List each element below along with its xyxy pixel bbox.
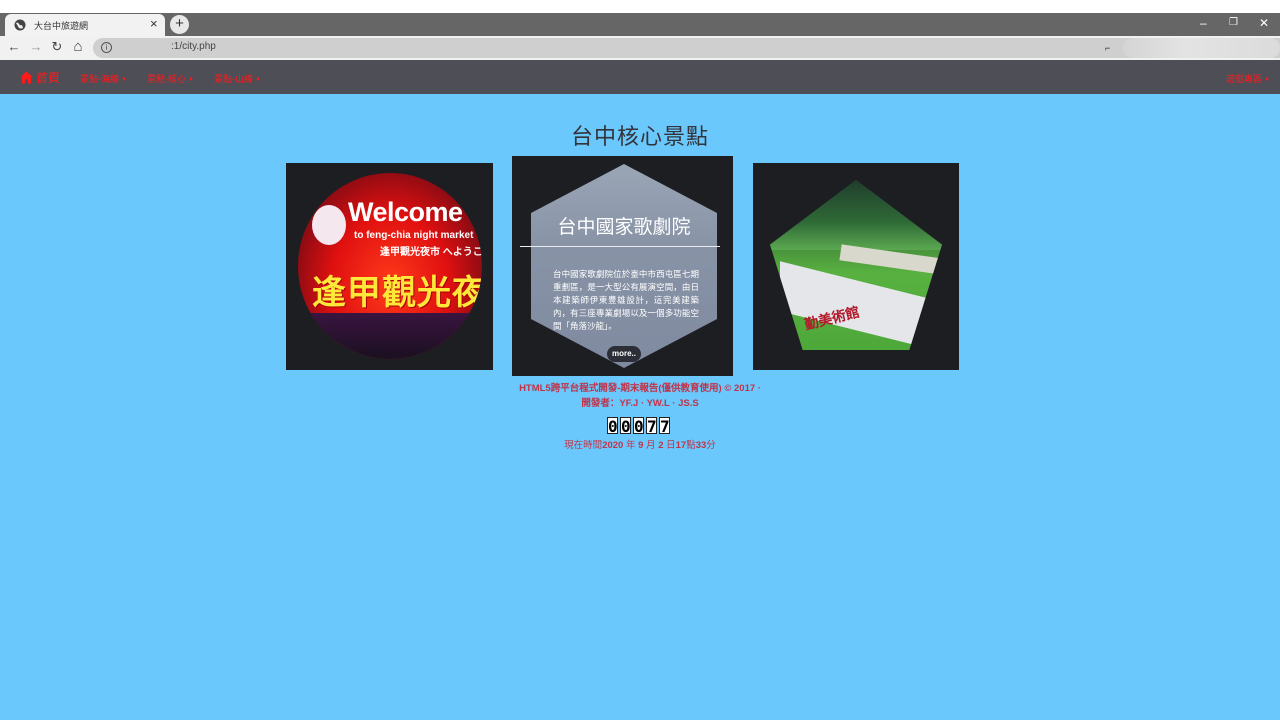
address-bar[interactable]: i :1/city.php ⌐ xyxy=(93,38,1280,58)
restore-icon[interactable]: ❐ xyxy=(1229,15,1238,31)
caret-down-icon: ▼ xyxy=(1264,76,1270,83)
sign-chinese-text: 逢甲觀光夜市 xyxy=(312,273,482,313)
time-month-unit: 月 xyxy=(643,440,659,451)
window-close-icon[interactable]: ✕ xyxy=(1259,15,1269,31)
nav-item-label: 景點-海線 xyxy=(80,74,119,84)
time-minute: 33 xyxy=(695,440,707,451)
counter-digit: 0 xyxy=(633,417,644,436)
new-tab-button[interactable]: + xyxy=(170,15,189,34)
caret-down-icon: ▼ xyxy=(121,76,127,83)
page-footer: HTML5跨平台程式開發-期末報告(僅供教育使用) © 2017 · 開發者：Y… xyxy=(0,381,1280,411)
counter-digit: 7 xyxy=(659,417,670,436)
attraction-card-fengchia[interactable]: Welcome to feng-chia night market 逢甲觀光夜市… xyxy=(286,163,493,370)
trees-area xyxy=(770,180,942,250)
visitor-counter: 0 0 0 7 7 xyxy=(607,417,670,436)
page-title: 台中核心景點 xyxy=(570,124,709,149)
opera-house-hexagon: 台中國家歌劇院 台中國家歌劇院位於臺中市西屯區七期重劃區，是一大型公有展演空間，… xyxy=(531,164,717,368)
current-time: 現在時間2020 年 9 月 2 日17點33分 xyxy=(0,437,1280,451)
time-year-unit: 年 xyxy=(623,440,639,451)
time-hour: 17 xyxy=(675,440,687,451)
time-day-unit: 日 xyxy=(663,440,676,451)
nav-item-coastal[interactable]: 景點-海線 ▼ xyxy=(80,72,127,85)
nav-item-label: 景點-山線 xyxy=(214,74,253,84)
counter-digit: 7 xyxy=(646,417,657,436)
caret-down-icon: ▼ xyxy=(188,76,194,83)
time-year: 2020 xyxy=(602,440,624,451)
home-icon xyxy=(20,71,33,83)
sign-welcome-text: Welcome xyxy=(348,197,463,227)
card-title: 台中國家歌劇院 xyxy=(557,217,691,238)
sign-subtitle-2: 逢甲觀光夜市 へようこそ xyxy=(380,247,482,258)
cursor-icon: ⌐ xyxy=(1105,43,1111,53)
sign-subtitle: to feng-chia night market xyxy=(354,230,474,241)
attraction-card-museum[interactable]: 勤美術館 xyxy=(753,163,959,370)
nav-item-core[interactable]: 景點-核心 ▼ xyxy=(147,72,194,85)
url-text: :1/city.php xyxy=(171,41,216,52)
globe-icon xyxy=(14,19,26,31)
site-info-icon[interactable]: i xyxy=(101,42,112,53)
forward-icon[interactable]: → xyxy=(28,39,44,55)
fengchia-night-market-image: Welcome to feng-chia night market 逢甲觀光夜市… xyxy=(298,173,482,359)
caret-down-icon: ▼ xyxy=(255,76,261,83)
museum-pentagon-image: 勤美術館 xyxy=(770,180,942,350)
reload-icon[interactable]: ↻ xyxy=(49,39,65,55)
site-navbar: 首頁 景點-海線 ▼ 景點-核心 ▼ 景點-山線 ▼ 遊戲專區 ▼ xyxy=(0,60,1280,94)
browser-tabstrip: 大台中旅遊網 × + – ❐ ✕ xyxy=(0,13,1280,36)
card-divider xyxy=(520,246,720,247)
nav-item-label: 景點-核心 xyxy=(147,74,186,84)
nav-item-label: 遊戲專區 xyxy=(1226,74,1263,84)
blurred-region xyxy=(1123,38,1280,58)
nav-home-label: 首頁 xyxy=(36,70,61,85)
card-description: 台中國家歌劇院位於臺中市西屯區七期重劃區，是一大型公有展演空間，由日本建築師伊東… xyxy=(553,269,699,331)
minimize-icon[interactable]: – xyxy=(1200,15,1207,31)
browser-toolbar: ← → ↻ ⌂ i :1/city.php ⌐ xyxy=(0,36,1280,60)
page-content: 台中核心景點 Welcome to feng-chia night market… xyxy=(0,94,1280,720)
nav-home-link[interactable]: 首頁 xyxy=(20,69,60,85)
time-minute-unit: 分 xyxy=(706,440,716,451)
counter-digit: 0 xyxy=(607,417,618,436)
back-icon[interactable]: ← xyxy=(6,39,22,55)
street-crowd-area xyxy=(298,313,482,359)
more-button[interactable]: more.. xyxy=(607,346,641,362)
footer-developers: 開發者：YF.J · YW.L · JS.S xyxy=(581,398,699,409)
home-button-icon[interactable]: ⌂ xyxy=(70,39,86,55)
browser-tab[interactable]: 大台中旅遊網 × xyxy=(5,14,165,36)
nav-item-games[interactable]: 遊戲專區 ▼ xyxy=(1226,72,1270,85)
tab-title: 大台中旅遊網 xyxy=(34,22,89,32)
counter-digit: 0 xyxy=(620,417,631,436)
attraction-card-opera-house[interactable]: 台中國家歌劇院 台中國家歌劇院位於臺中市西屯區七期重劃區，是一大型公有展演空間，… xyxy=(512,156,733,376)
time-prefix: 現在時間 xyxy=(564,440,603,451)
tab-close-icon[interactable]: × xyxy=(150,16,158,32)
market-logo xyxy=(312,205,346,245)
footer-copyright: HTML5跨平台程式開發-期末報告(僅供教育使用) © 2017 · xyxy=(519,383,761,394)
nav-item-mountain[interactable]: 景點-山線 ▼ xyxy=(214,72,261,85)
time-hour-unit: 點 xyxy=(686,440,696,451)
